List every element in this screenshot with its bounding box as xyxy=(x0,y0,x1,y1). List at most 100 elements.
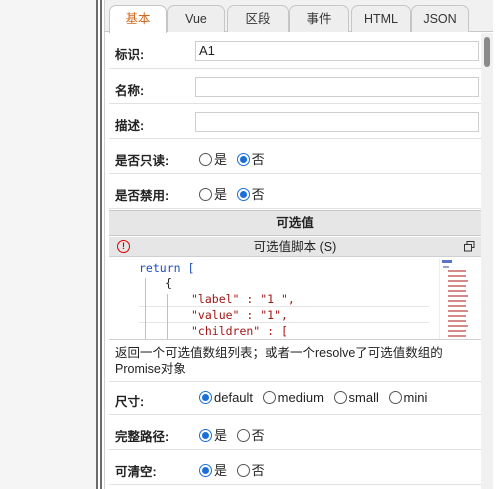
scrollbar-thumb[interactable] xyxy=(484,37,490,67)
minimap-bar xyxy=(448,335,466,337)
size-mini-label: mini xyxy=(403,390,428,405)
radio-unchecked-icon[interactable] xyxy=(236,464,250,477)
readonly-yes-option[interactable]: 是 xyxy=(199,149,227,168)
properties-panel: 基本 Vue 区段 事件 HTML JSON 标识: A1 名称: 描述: 是否… xyxy=(104,0,493,489)
tab-section[interactable]: 区段 xyxy=(227,5,289,32)
splitter-handle[interactable] xyxy=(100,0,102,489)
radio-unchecked-icon[interactable] xyxy=(199,153,212,166)
radio-unchecked-icon[interactable] xyxy=(262,391,276,404)
radio-unchecked-icon[interactable] xyxy=(333,391,347,404)
identifier-row: 标识: A1 xyxy=(109,33,481,69)
tab-vue[interactable]: Vue xyxy=(167,5,225,32)
minimap-bar xyxy=(448,275,466,277)
tab-bar: 基本 Vue 区段 事件 HTML JSON xyxy=(105,0,493,33)
code-line-1: return [ xyxy=(139,261,195,275)
code-line-3: "label" : "1 ", xyxy=(191,292,295,306)
minimap-bar xyxy=(448,285,466,287)
disabled-label: 是否禁用: xyxy=(115,189,170,203)
identifier-label: 标识: xyxy=(115,48,145,62)
code-line-2: { xyxy=(165,276,172,290)
minimap-viewport xyxy=(442,260,452,263)
size-default-option[interactable]: default xyxy=(199,390,253,405)
minimap-bar xyxy=(448,270,466,272)
minimap-bar xyxy=(448,315,466,317)
minimap-bar xyxy=(448,305,466,307)
left-pane xyxy=(0,0,96,489)
size-label: 尺寸: xyxy=(115,395,145,409)
name-input[interactable] xyxy=(195,77,479,97)
disabled-yes-label: 是 xyxy=(214,187,228,202)
readonly-no-option[interactable]: 否 xyxy=(236,149,265,168)
size-default-label: default xyxy=(214,390,254,405)
tab-json[interactable]: JSON xyxy=(411,5,469,32)
minimap-bar xyxy=(448,300,466,302)
readonly-yes-label: 是 xyxy=(214,152,228,167)
options-script-header: ! 可选值脚本 (S) xyxy=(109,237,481,257)
vertical-scrollbar[interactable] xyxy=(481,33,493,489)
minimap-bar xyxy=(448,295,468,297)
tab-events[interactable]: 事件 xyxy=(289,5,349,32)
options-help-text: 返回一个可选值数组列表；或者一个resolve了可选值数组的Promise对象 xyxy=(115,346,443,376)
options-section-header: 可选值 xyxy=(109,210,481,236)
minimap-bar xyxy=(448,320,466,322)
identifier-input[interactable]: A1 xyxy=(195,41,479,61)
tab-html[interactable]: HTML xyxy=(351,5,411,32)
disabled-radio-group: 是 否 xyxy=(199,184,271,203)
description-label: 描述: xyxy=(115,119,145,133)
code-line-separator xyxy=(139,306,429,307)
minimap-bar xyxy=(448,290,466,292)
radio-checked-icon[interactable] xyxy=(236,188,250,201)
readonly-radio-group: 是 否 xyxy=(199,149,271,168)
size-row: 尺寸: default medium small mini xyxy=(109,382,481,415)
readonly-label: 是否只读: xyxy=(115,154,170,168)
name-row: 名称: xyxy=(109,69,481,104)
size-mini-option[interactable]: mini xyxy=(388,390,428,405)
full-path-no-option[interactable]: 否 xyxy=(236,425,265,444)
radio-checked-icon[interactable] xyxy=(236,153,250,166)
tab-basic[interactable]: 基本 xyxy=(109,5,167,33)
indent-guide xyxy=(145,278,146,339)
readonly-row: 是否只读: 是 否 xyxy=(109,139,481,174)
indent-guide xyxy=(167,294,168,339)
restore-window-icon[interactable] xyxy=(464,241,475,252)
clearable-radio-group: 是 否 xyxy=(199,460,271,479)
size-small-label: small xyxy=(348,390,379,405)
code-minimap[interactable] xyxy=(439,258,473,339)
help-row: 返回一个可选值数组列表；或者一个resolve了可选值数组的Promise对象 xyxy=(109,341,481,382)
radio-checked-icon[interactable] xyxy=(199,464,212,477)
size-small-option[interactable]: small xyxy=(333,390,379,405)
name-label: 名称: xyxy=(115,84,145,98)
clearable-row: 可清空: 是 否 xyxy=(109,450,481,485)
clearable-yes-label: 是 xyxy=(214,463,228,478)
disabled-yes-option[interactable]: 是 xyxy=(199,184,227,203)
radio-unchecked-icon[interactable] xyxy=(236,429,250,442)
full-path-row: 完整路径: 是 否 xyxy=(109,415,481,450)
minimap-bar xyxy=(443,266,449,268)
radio-checked-icon[interactable] xyxy=(199,391,212,404)
radio-unchecked-icon[interactable] xyxy=(388,391,402,404)
full-path-yes-option[interactable]: 是 xyxy=(199,425,227,444)
readonly-no-label: 否 xyxy=(251,152,265,167)
full-path-no-label: 否 xyxy=(251,428,265,443)
description-input[interactable] xyxy=(195,112,479,132)
full-path-yes-label: 是 xyxy=(214,428,228,443)
minimap-bar xyxy=(448,310,468,312)
code-line-4: "value" : "1", xyxy=(191,308,288,322)
code-editor[interactable]: return [ { "label" : "1 ", "value" : "1"… xyxy=(109,258,481,340)
clearable-no-option[interactable]: 否 xyxy=(236,460,265,479)
code-line-5: "children" : [ xyxy=(191,324,288,338)
clearable-yes-option[interactable]: 是 xyxy=(199,460,227,479)
minimap-bar xyxy=(448,330,466,332)
description-row: 描述: xyxy=(109,104,481,139)
size-medium-label: medium xyxy=(277,390,324,405)
size-medium-option[interactable]: medium xyxy=(262,390,324,405)
code-line-separator xyxy=(139,322,429,323)
radio-checked-icon[interactable] xyxy=(199,429,212,442)
error-icon[interactable]: ! xyxy=(117,240,130,253)
full-path-label: 完整路径: xyxy=(115,430,170,444)
options-script-title: 可选值脚本 (S) xyxy=(253,240,337,254)
disabled-no-option[interactable]: 否 xyxy=(236,184,265,203)
disabled-no-label: 否 xyxy=(251,187,265,202)
size-radio-group: default medium small mini xyxy=(199,390,433,405)
radio-unchecked-icon[interactable] xyxy=(199,188,212,201)
